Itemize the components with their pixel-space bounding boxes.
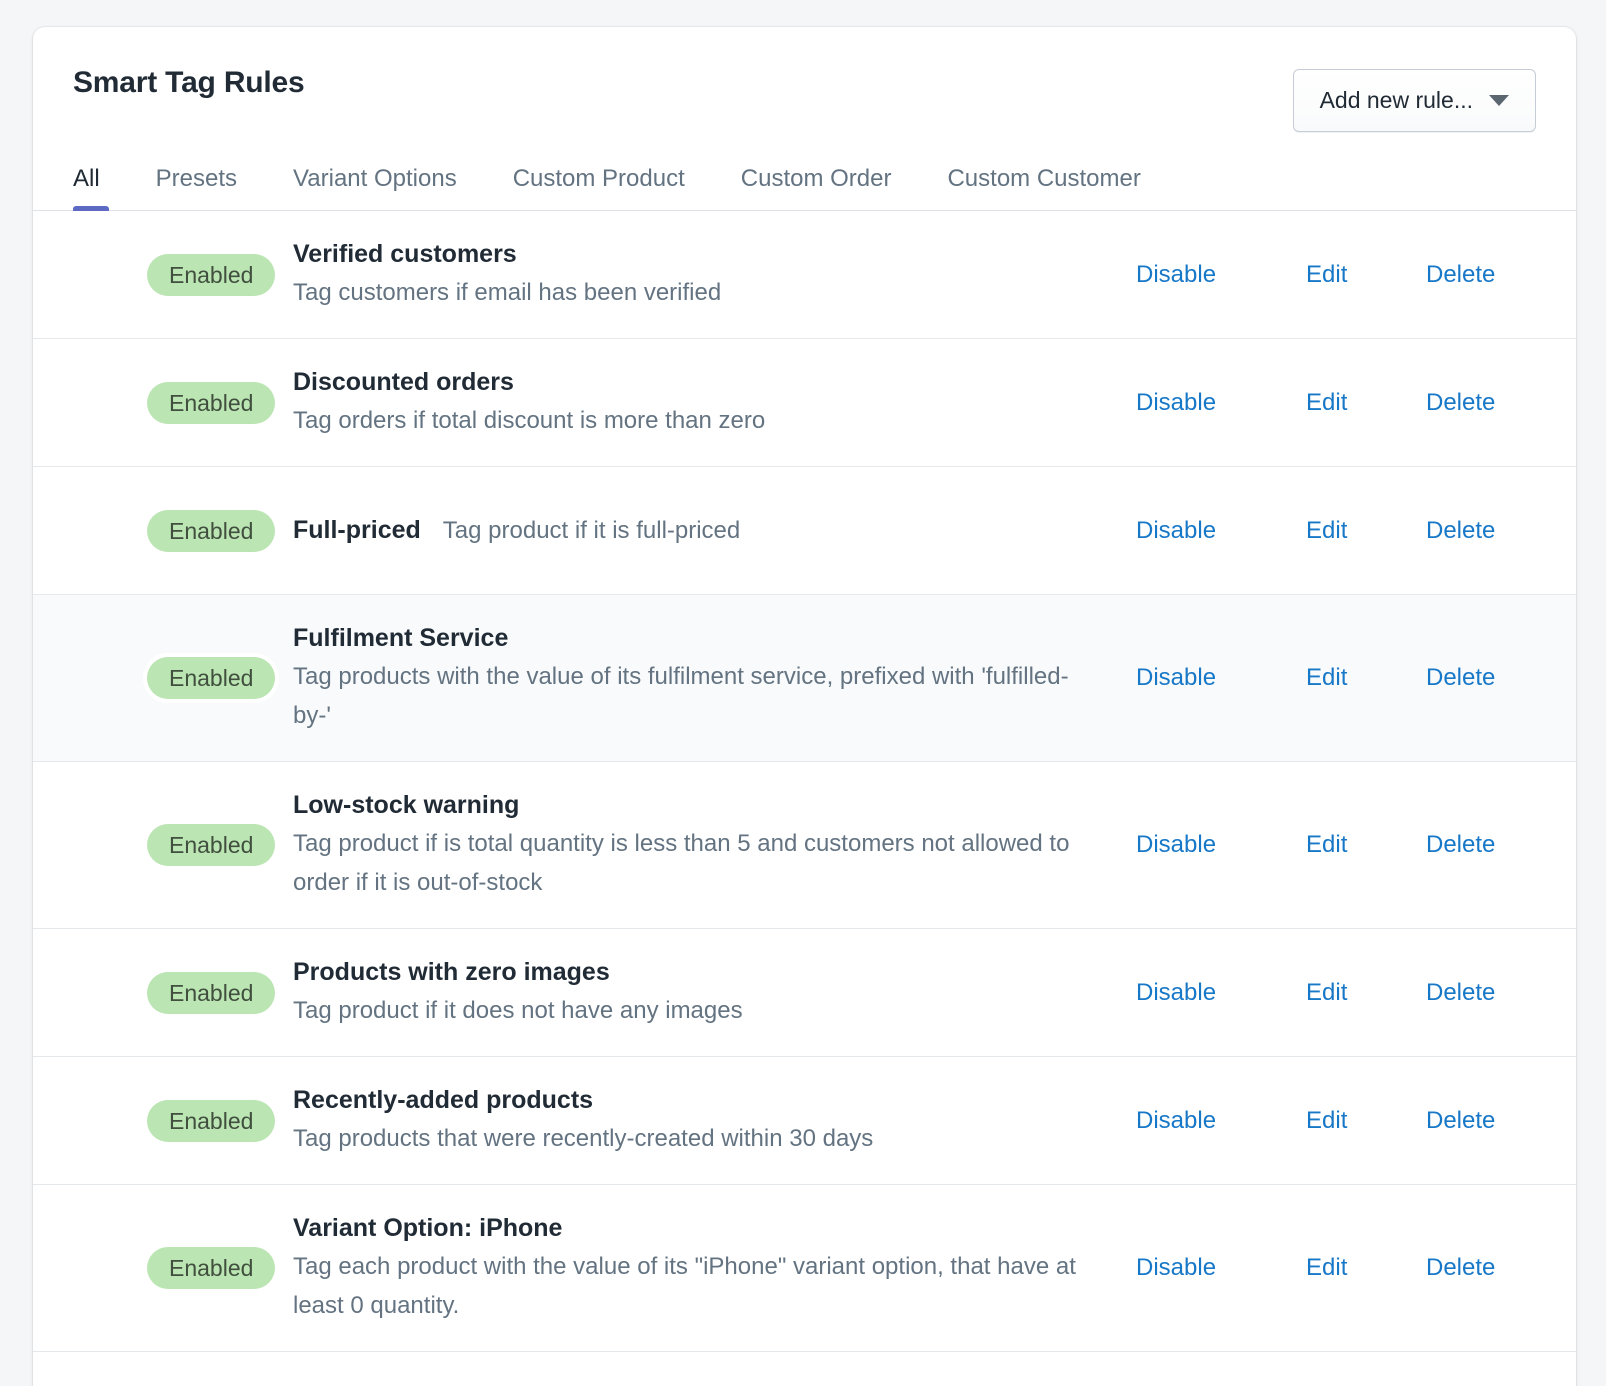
rule-title: Low-stock warning	[293, 791, 520, 819]
delete-link[interactable]: Delete	[1426, 516, 1536, 546]
rule-status-cell: Enabled	[73, 1247, 293, 1289]
rule-info-cell: Fulfilment Service Tag products with the …	[293, 595, 1136, 761]
rule-actions-cell: Disable Edit Delete	[1136, 1106, 1536, 1136]
rule-info-cell: Full-priced Tag product if it is full-pri…	[293, 485, 1136, 576]
rule-title: Full-priced	[293, 516, 421, 544]
tab-custom-product[interactable]: Custom Product	[513, 164, 685, 210]
rule-title: Fulfilment Service	[293, 624, 509, 652]
rule-description: Tag products with the value of its fulfi…	[293, 663, 1069, 729]
add-new-rule-button[interactable]: Add new rule...	[1292, 69, 1536, 132]
edit-link[interactable]: Edit	[1306, 663, 1426, 693]
edit-link[interactable]: Edit	[1306, 830, 1426, 860]
add-new-rule-label: Add new rule...	[1319, 87, 1473, 113]
rule-description: Tag customers if email has been verified	[293, 279, 722, 306]
edit-link[interactable]: Edit	[1306, 978, 1426, 1008]
edit-link[interactable]: Edit	[1306, 516, 1426, 546]
rule-title: Products with zero images	[293, 958, 610, 986]
rule-title: Discounted orders	[293, 368, 514, 396]
rule-description: Tag each product with the value of its "…	[293, 1253, 1076, 1319]
edit-link[interactable]: Edit	[1306, 260, 1426, 290]
rule-title: Verified customers	[293, 240, 517, 268]
disable-link[interactable]: Disable	[1136, 1106, 1306, 1136]
rule-info-cell: Discounted orders Tag orders if total dis…	[293, 339, 1136, 466]
tab-bar: All Presets Variant Options Custom Produ…	[33, 145, 1576, 211]
disable-link[interactable]: Disable	[1136, 663, 1306, 693]
delete-link[interactable]: Delete	[1426, 388, 1536, 418]
tab-variant-options[interactable]: Variant Options	[293, 164, 457, 210]
rule-actions-cell: Disable Edit Delete	[1136, 978, 1536, 1008]
tab-custom-customer[interactable]: Custom Customer	[947, 164, 1140, 210]
status-badge: Enabled	[147, 381, 276, 424]
status-badge: Enabled	[147, 971, 276, 1014]
delete-link[interactable]: Delete	[1426, 260, 1536, 290]
status-badge: Enabled	[147, 253, 276, 296]
smart-tag-rules-card: Smart Tag Rules Add new rule... All Pres…	[33, 27, 1576, 1386]
delete-link[interactable]: Delete	[1426, 830, 1536, 860]
rule-status-cell: Enabled	[73, 824, 293, 866]
chevron-down-icon	[1489, 95, 1509, 106]
tab-presets[interactable]: Presets	[156, 164, 237, 210]
rule-status-cell: Enabled	[73, 1099, 293, 1142]
card-header: Smart Tag Rules Add new rule...	[33, 27, 1576, 145]
rule-actions-cell: Disable Edit Delete	[1136, 1253, 1536, 1283]
delete-link[interactable]: Delete	[1426, 1106, 1536, 1136]
rule-row: Enabled Variant Option: iPhone Tag each pr…	[33, 1185, 1576, 1352]
rule-title: Variant Option: iPhone	[293, 1214, 563, 1242]
page-root: Smart Tag Rules Add new rule... All Pres…	[0, 0, 1606, 1386]
rule-row: Enabled Recently-added products Tag produc…	[33, 1057, 1576, 1185]
rule-actions-cell: Disable Edit Delete	[1136, 830, 1536, 860]
status-badge: Enabled	[147, 824, 276, 866]
rule-description: Tag product if it is full-priced	[442, 517, 741, 544]
disable-link[interactable]: Disable	[1136, 260, 1306, 290]
rule-description: Tag products that were recently-created …	[293, 1125, 874, 1152]
rule-status-cell: Enabled	[73, 509, 293, 552]
rule-status-cell: Enabled	[73, 971, 293, 1014]
rule-row: Enabled Fulfilment Service Tag products wi…	[33, 595, 1576, 762]
rule-info-cell: Verified customers Tag customers if email…	[293, 211, 1136, 338]
delete-link[interactable]: Delete	[1426, 978, 1536, 1008]
rule-info-cell: Products with zero images Tag product if …	[293, 929, 1136, 1056]
disable-link[interactable]: Disable	[1136, 388, 1306, 418]
delete-link[interactable]: Delete	[1426, 1253, 1536, 1283]
disable-link[interactable]: Disable	[1136, 830, 1306, 860]
rule-actions-cell: Disable Edit Delete	[1136, 260, 1536, 290]
rule-list: Enabled Verified customers Tag customers i…	[33, 211, 1576, 1352]
rule-info-cell: Recently-added products Tag products that…	[293, 1057, 1136, 1184]
rule-info-cell: Low-stock warning Tag product if is total…	[293, 762, 1136, 928]
tab-custom-order[interactable]: Custom Order	[741, 164, 892, 210]
disable-link[interactable]: Disable	[1136, 1253, 1306, 1283]
status-badge: Enabled	[147, 1099, 276, 1142]
rule-status-cell: Enabled	[73, 381, 293, 424]
rule-row: Enabled Low-stock warning Tag product if i…	[33, 762, 1576, 929]
rule-info-cell: Variant Option: iPhone Tag each product w…	[293, 1185, 1136, 1351]
edit-link[interactable]: Edit	[1306, 388, 1426, 418]
edit-link[interactable]: Edit	[1306, 1253, 1426, 1283]
rule-status-cell: Enabled	[73, 253, 293, 296]
status-badge: Enabled	[147, 657, 276, 699]
rule-row: Enabled Products with zero images Tag prod…	[33, 929, 1576, 1057]
disable-link[interactable]: Disable	[1136, 978, 1306, 1008]
rule-row: Enabled Discounted orders Tag orders if to…	[33, 339, 1576, 467]
rule-description: Tag orders if total discount is more tha…	[293, 407, 766, 434]
rule-description: Tag product if is total quantity is less…	[293, 830, 1070, 896]
status-badge: Enabled	[147, 1247, 276, 1289]
disable-link[interactable]: Disable	[1136, 516, 1306, 546]
tab-all[interactable]: All	[73, 164, 109, 211]
rule-row: Enabled Verified customers Tag customers i…	[33, 211, 1576, 339]
rule-row: Enabled Full-priced Tag product if it is f…	[33, 467, 1576, 595]
delete-link[interactable]: Delete	[1426, 663, 1536, 693]
rule-title: Recently-added products	[293, 1086, 594, 1114]
rule-actions-cell: Disable Edit Delete	[1136, 388, 1536, 418]
status-badge: Enabled	[147, 509, 276, 552]
edit-link[interactable]: Edit	[1306, 1106, 1426, 1136]
rule-status-cell: Enabled	[73, 657, 293, 699]
rule-actions-cell: Disable Edit Delete	[1136, 663, 1536, 693]
rule-actions-cell: Disable Edit Delete	[1136, 516, 1536, 546]
rule-description: Tag product if it does not have any imag…	[293, 997, 743, 1024]
